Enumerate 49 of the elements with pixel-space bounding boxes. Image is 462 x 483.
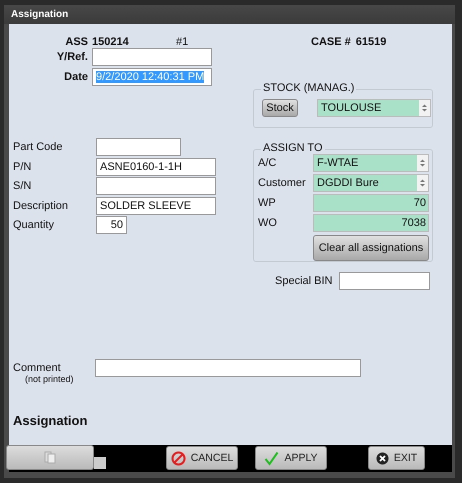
footer-button[interactable]: EXIT — [368, 446, 425, 470]
input-field[interactable] — [96, 138, 181, 156]
case-label: CASE # — [311, 36, 351, 48]
group-title: STOCK (MANAG.) — [261, 82, 356, 94]
check-icon — [264, 450, 280, 466]
field-label: Special BIN — [275, 275, 332, 287]
field-label: Date — [63, 71, 89, 83]
ass-label: ASS — [64, 36, 89, 48]
comment-label: Comment — [13, 363, 62, 374]
window-title: Assignation — [11, 9, 68, 20]
field-label: Description — [12, 200, 70, 212]
field-label: WP — [258, 197, 277, 209]
group-title: ASSIGN TO — [261, 142, 325, 154]
spinner-icon — [417, 155, 428, 171]
field-label: P/N — [12, 160, 32, 173]
spinner-icon — [419, 100, 430, 116]
footer-button[interactable]: CANCEL — [166, 446, 238, 470]
document-icon — [44, 451, 56, 464]
field-label: S/N — [12, 180, 32, 192]
index-number: #1 — [176, 36, 188, 48]
input-field[interactable]: ASNE0160-1-1H — [96, 158, 216, 176]
dropdown[interactable]: F-WTAE — [313, 154, 429, 172]
ass-number: 150214 — [92, 36, 130, 48]
spinner-icon — [417, 175, 428, 191]
clear-button[interactable]: Clear all assignations — [313, 235, 429, 261]
comment-field[interactable] — [95, 359, 361, 377]
input-field[interactable] — [92, 48, 212, 66]
input-field[interactable]: 50 — [96, 216, 127, 234]
field-label: Part Code — [12, 141, 64, 153]
input-field[interactable]: SOLDER SLEEVE — [96, 196, 216, 215]
location-dropdown[interactable]: TOULOUSE — [317, 99, 431, 117]
input-field[interactable]: 70 — [313, 194, 429, 212]
input-field[interactable] — [339, 272, 430, 290]
field-label: WO — [258, 217, 278, 229]
close-icon — [376, 452, 389, 464]
field-label: Y/Ref. — [56, 51, 89, 63]
field-label: A/C — [258, 157, 278, 169]
dropdown[interactable]: DGDDI Bure — [313, 174, 429, 192]
copy-button[interactable] — [6, 445, 94, 470]
footer-button[interactable]: APPLY — [255, 446, 327, 470]
input-field[interactable] — [96, 177, 216, 196]
field-label: Quantity — [12, 219, 55, 232]
stock-button[interactable]: Stock — [262, 99, 298, 117]
comment-note: (not printed) — [24, 374, 75, 385]
field-label: Customer — [258, 177, 307, 189]
case-number: 61519 — [356, 36, 386, 48]
section-title: Assignation — [13, 413, 88, 428]
prohibited-icon — [170, 450, 186, 466]
input-field[interactable]: 7038 — [313, 214, 429, 232]
